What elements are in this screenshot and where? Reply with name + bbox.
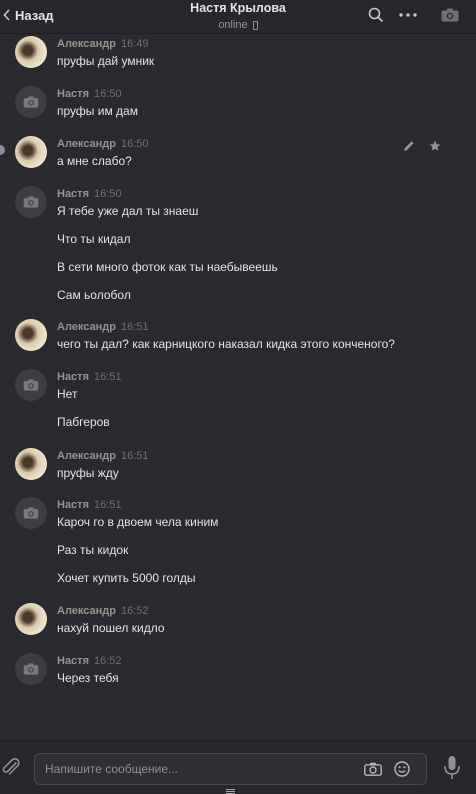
avatar[interactable]: [15, 497, 47, 529]
message-text: Хочет купить 5000 голды: [57, 571, 196, 585]
resize-handle-icon[interactable]: [226, 789, 235, 794]
chat-header: Назад Настя Крылова online: [0, 0, 476, 34]
message-text: Что ты кидал: [57, 232, 131, 246]
avatar[interactable]: [15, 36, 47, 68]
star-icon[interactable]: [429, 139, 441, 157]
camera-icon[interactable]: [440, 5, 460, 25]
message-text: чего ты дал? как карницкого наказал кидк…: [57, 337, 395, 351]
message-time: 16:50: [94, 88, 122, 100]
back-button[interactable]: Назад: [0, 0, 54, 30]
mobile-phone-icon: [252, 21, 258, 30]
message-time: 16:50: [120, 138, 149, 150]
message-author[interactable]: Настя: [57, 371, 89, 383]
avatar[interactable]: [15, 319, 47, 351]
message-text: Кароч го в двоем чела киним: [57, 515, 219, 529]
message-time: 16:52: [94, 655, 122, 667]
message-text: пруфы им дам: [57, 104, 138, 118]
avatar[interactable]: [15, 603, 47, 635]
message-header: Настя 16:51: [57, 371, 122, 384]
message-header: Александр 16:51: [57, 321, 149, 334]
status-text: online: [218, 19, 248, 31]
search-icon[interactable]: [366, 5, 386, 25]
message-text: нахуй пошел кидло: [57, 621, 165, 635]
message-author[interactable]: Настя: [57, 88, 89, 100]
message-author[interactable]: Настя: [57, 655, 89, 667]
avatar[interactable]: [15, 448, 47, 480]
selection-dot[interactable]: [0, 145, 5, 155]
message-input[interactable]: [45, 754, 355, 784]
message-time: 16:51: [94, 499, 122, 511]
message-text: В сети много фоток как ты наебывеешь: [57, 260, 278, 274]
message-composer: [0, 740, 476, 794]
camera-icon: [23, 96, 39, 108]
message-actions: [403, 139, 441, 157]
chevron-left-icon: [0, 0, 14, 30]
avatar[interactable]: [15, 369, 47, 401]
message-header: Александр 16:51: [57, 450, 149, 463]
message-text: Раз ты кидок: [57, 543, 129, 557]
contact-status: online: [218, 19, 258, 32]
message-text: пруфы дай умник: [57, 54, 155, 68]
message-author[interactable]: Александр: [57, 38, 116, 50]
message-text: Нет: [57, 387, 78, 401]
message-header: Александр 16:50: [57, 138, 149, 151]
message-header: Настя 16:50: [57, 188, 122, 201]
message-header: Александр 16:52: [57, 605, 149, 618]
message-author[interactable]: Настя: [57, 499, 89, 511]
message-text: Я тебе уже дал ты знаеш: [57, 204, 199, 218]
message-time: 16:51: [94, 371, 122, 383]
message-header: Александр 16:49: [57, 38, 149, 51]
message-text: пруфы жду: [57, 466, 119, 480]
message-text: Пабгеров: [57, 415, 110, 429]
message-time: 16:50: [94, 188, 122, 200]
message-text: Через тебя: [57, 671, 119, 685]
message-text: а мне слабо?: [57, 154, 132, 168]
camera-icon[interactable]: [363, 759, 383, 779]
message-input-box[interactable]: [34, 753, 427, 785]
camera-icon: [23, 663, 39, 675]
message-list: Александр 16:49 пруфы дай умник Настя 16:5…: [0, 34, 476, 740]
avatar[interactable]: [15, 86, 47, 118]
smile-icon[interactable]: [392, 759, 412, 779]
paperclip-icon[interactable]: [0, 757, 22, 779]
message-header: Настя 16:50: [57, 88, 122, 101]
pencil-icon[interactable]: [403, 139, 415, 157]
message-header: Настя 16:52: [57, 655, 122, 668]
avatar[interactable]: [15, 136, 47, 168]
back-label: Назад: [15, 7, 54, 23]
camera-icon: [23, 507, 39, 519]
message-author[interactable]: Александр: [57, 138, 116, 150]
message-author[interactable]: Александр: [57, 321, 116, 333]
avatar[interactable]: [15, 186, 47, 218]
message-author[interactable]: Александр: [57, 450, 116, 462]
message-time: 16:49: [120, 38, 149, 50]
message-author[interactable]: Настя: [57, 188, 89, 200]
message-time: 16:52: [120, 605, 149, 617]
message-header: Настя 16:51: [57, 499, 122, 512]
message-time: 16:51: [120, 321, 149, 333]
camera-icon: [23, 379, 39, 391]
microphone-icon[interactable]: [442, 755, 462, 781]
avatar[interactable]: [15, 653, 47, 685]
message-time: 16:51: [120, 450, 149, 462]
camera-icon: [23, 196, 39, 208]
message-author[interactable]: Александр: [57, 605, 116, 617]
message-text: Сам ьолобол: [57, 288, 131, 302]
more-dots-icon[interactable]: [398, 5, 418, 25]
